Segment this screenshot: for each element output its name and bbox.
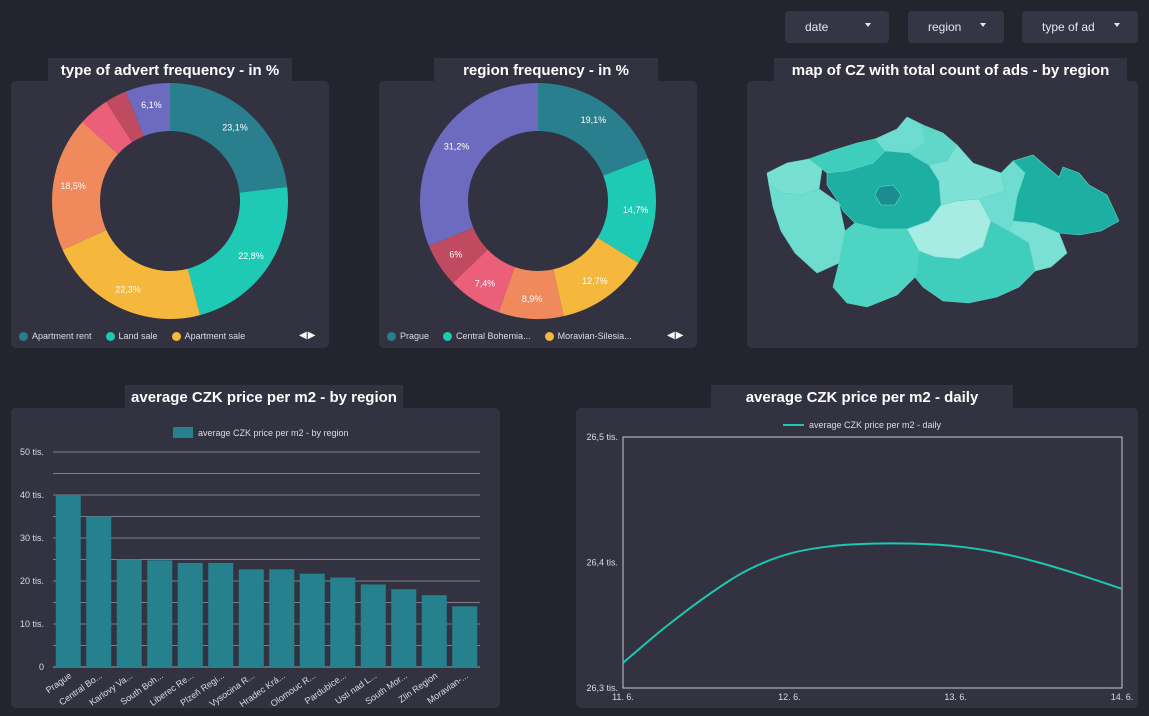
chevron-down-icon xyxy=(980,23,986,27)
region-card: 19,1% 14,7% 12,7% 8,9% 7,4% 6% 31,2% Prague Ce… xyxy=(379,81,697,348)
x-tick-label: 11. 6. xyxy=(612,692,634,702)
legend-item: Apartment sale xyxy=(171,331,246,341)
slice-value-label: 22,8% xyxy=(238,251,264,261)
price-by-region-bar-chart: average CZK price per m2 - by region 0 10 … xyxy=(20,427,480,708)
bar[interactable] xyxy=(452,606,478,667)
bar[interactable] xyxy=(360,584,386,667)
donut-slice[interactable] xyxy=(538,83,648,176)
map-region[interactable] xyxy=(832,222,920,308)
legend-swatch xyxy=(387,331,396,341)
next-page-button[interactable]: ▶ xyxy=(308,330,317,341)
slice-value-label: 6,1% xyxy=(141,100,162,110)
legend-swatch xyxy=(173,427,193,438)
region-title: region frequency - in % xyxy=(434,58,658,82)
legend-label: average CZK price per m2 - by region xyxy=(198,428,349,438)
slice-value-label: 31,2% xyxy=(444,141,470,151)
map-region[interactable] xyxy=(768,184,846,274)
cz-region-map xyxy=(766,116,1120,308)
x-tick-label: 12. 6. xyxy=(778,692,801,702)
donut-slice[interactable] xyxy=(170,83,288,193)
legend-item: Apartment rent xyxy=(19,331,92,341)
y-tick-label: 50 tis. xyxy=(20,447,44,457)
legend-label: Moravian-Silesia... xyxy=(557,331,632,341)
price-by-region-title: average CZK price per m2 - by region xyxy=(125,385,403,409)
legend-label: Central Bohemia... xyxy=(456,331,531,341)
legend-label: Prague xyxy=(400,331,430,341)
y-tick-label: 0 xyxy=(39,662,44,672)
y-tick-label: 26,4 tis. xyxy=(586,558,618,568)
bar[interactable] xyxy=(208,562,234,667)
legend-item: Moravian-Silesia... xyxy=(544,331,632,341)
price-daily-line-chart: average CZK price per m2 - daily26,3 tis… xyxy=(586,420,1134,702)
bar[interactable] xyxy=(330,577,356,667)
slice-value-label: 19,1% xyxy=(581,115,607,125)
x-tick-label: 13. 6. xyxy=(944,692,967,702)
region-legend: Prague Central Bohemia... Moravian-Siles… xyxy=(387,331,646,341)
advert-type-card: 23,1% 22,8% 22,3% 18,5% 6,1% Apartment rent … xyxy=(11,81,329,348)
chevron-down-icon xyxy=(865,23,871,27)
type-of-ad-filter-label: type of ad xyxy=(1042,20,1095,34)
next-page-button[interactable]: ▶ xyxy=(676,330,685,341)
bar[interactable] xyxy=(269,569,295,667)
type-of-ad-filter[interactable]: type of ad xyxy=(1022,11,1138,43)
bar[interactable] xyxy=(238,569,264,667)
slice-value-label: 22,3% xyxy=(115,285,141,295)
advert-type-legend: Apartment rent Land sale Apartment sale xyxy=(19,331,259,341)
plot-frame xyxy=(622,436,1123,689)
y-tick-label: 30 tis. xyxy=(20,533,44,543)
y-tick-label: 26,5 tis. xyxy=(586,432,618,442)
date-filter[interactable]: date xyxy=(785,11,889,43)
region-filter-label: region xyxy=(928,20,962,34)
map-title: map of CZ with total count of ads - by r… xyxy=(774,58,1127,82)
region-donut-chart: 19,1% 14,7% 12,7% 8,9% 7,4% 6% 31,2% xyxy=(420,83,656,319)
bar[interactable] xyxy=(147,560,173,667)
bar[interactable] xyxy=(391,589,417,667)
y-tick-label: 40 tis. xyxy=(20,490,44,500)
legend-item: Prague xyxy=(387,331,429,341)
donut-slice[interactable] xyxy=(62,230,201,319)
legend-label: Apartment rent xyxy=(32,331,92,341)
bar[interactable] xyxy=(299,573,325,667)
slice-value-label: 12,7% xyxy=(582,276,608,286)
bar[interactable] xyxy=(421,595,447,667)
prev-page-button[interactable]: ◀ xyxy=(299,330,308,341)
legend-swatch xyxy=(19,331,28,341)
advert-type-title: type of advert frequency - in % xyxy=(48,58,292,82)
bar[interactable] xyxy=(86,516,112,668)
price-daily-card: average CZK price per m2 - daily 26,3 tis… xyxy=(576,408,1138,708)
slice-value-label: 8,9% xyxy=(522,294,543,304)
legend-swatch xyxy=(105,331,115,341)
legend-pager: ◀▶ xyxy=(667,330,684,341)
x-tick-label: 14. 6. xyxy=(1111,692,1134,702)
series-line[interactable] xyxy=(622,542,1123,664)
legend-label: Apartment sale xyxy=(184,331,246,341)
y-tick-label: 10 tis. xyxy=(20,619,44,629)
region-filter[interactable]: region xyxy=(908,11,1004,43)
slice-value-label: 6% xyxy=(449,250,462,260)
bar[interactable] xyxy=(177,562,203,667)
advert-type-donut-chart: 23,1% 22,8% 22,3% 18,5% 6,1% xyxy=(51,83,288,319)
legend-swatch xyxy=(171,331,181,341)
map-card xyxy=(747,81,1138,348)
date-filter-label: date xyxy=(805,20,829,34)
legend-label: Land sale xyxy=(118,331,158,341)
legend-item: Land sale xyxy=(105,331,158,341)
legend-swatch xyxy=(544,331,554,341)
legend-label: average CZK price per m2 - daily xyxy=(809,420,942,430)
legend-swatch xyxy=(443,331,453,341)
legend-pager: ◀▶ xyxy=(299,330,316,341)
bar[interactable] xyxy=(116,559,142,668)
price-by-region-card: average CZK price per m2 - by region 0 10 … xyxy=(11,408,500,708)
legend-item: Central Bohemia... xyxy=(443,331,531,341)
donut-slice[interactable] xyxy=(420,83,538,246)
y-tick-label: 20 tis. xyxy=(20,576,44,586)
slice-value-label: 23,1% xyxy=(222,123,248,133)
slice-value-label: 14,7% xyxy=(623,205,649,215)
bar[interactable] xyxy=(55,495,81,667)
slice-value-label: 7,4% xyxy=(475,278,496,288)
chevron-down-icon xyxy=(1114,23,1120,27)
price-daily-title: average CZK price per m2 - daily xyxy=(711,385,1013,409)
prev-page-button[interactable]: ◀ xyxy=(667,330,676,341)
slice-value-label: 18,5% xyxy=(60,181,86,191)
